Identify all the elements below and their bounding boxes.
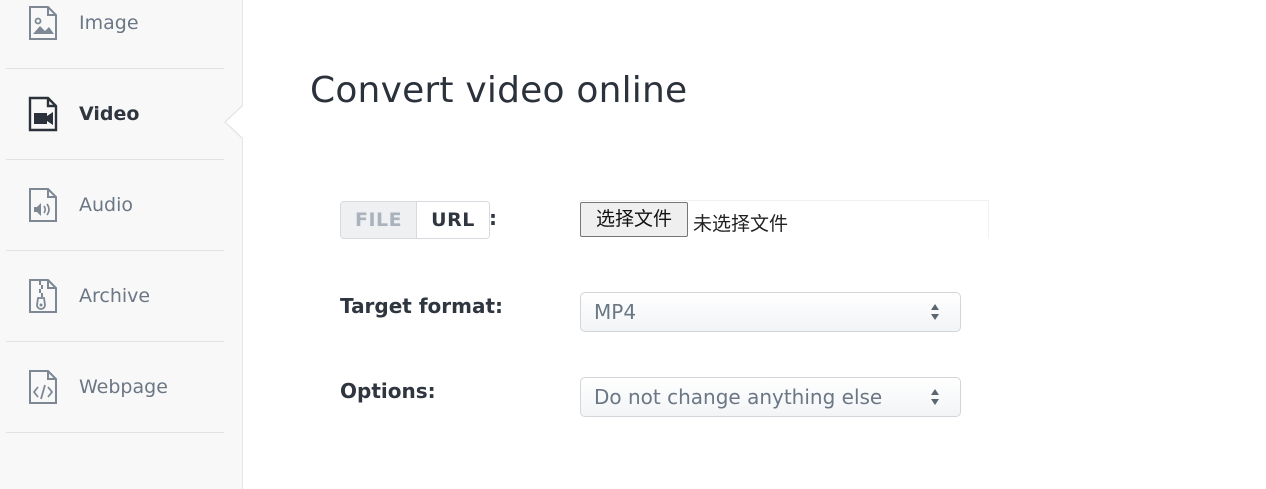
source-colon: : [489,206,497,230]
target-format-value: MP4 [594,300,637,324]
sidebar-item-label: Archive [79,285,151,307]
file-status-text: 未选择文件 [693,213,789,235]
choose-file-button[interactable]: 选择文件 [580,202,688,237]
active-item-pointer [226,106,243,138]
options-label: Options: [340,379,436,403]
sidebar-item-image[interactable]: Image [6,0,224,69]
options-value: Do not change anything else [594,385,883,409]
sidebar-item-audio[interactable]: Audio [6,160,224,251]
sidebar-item-video[interactable]: Video [6,69,224,160]
archive-file-icon [27,278,59,314]
sidebar-item-label: Image [79,12,139,34]
sidebar-item-label: Video [79,103,140,125]
sidebar-item-webpage[interactable]: Webpage [6,342,224,433]
url-source-tab[interactable]: URL [417,202,489,238]
target-format-select[interactable]: MP4 [580,292,961,332]
sidebar-item-label: Audio [79,194,134,216]
image-file-icon [27,5,59,41]
sidebar: Image Video Audio Archive Webpage [0,0,243,489]
code-file-icon [27,369,59,405]
file-source-tab[interactable]: FILE [341,202,418,238]
target-format-label: Target format: [340,294,504,318]
video-file-icon [27,96,59,132]
audio-file-icon [27,187,59,223]
source-toggle: FILE URL [340,201,490,239]
sidebar-item-archive[interactable]: Archive [6,251,224,342]
page-title: Convert video online [310,70,688,111]
select-arrows-icon [930,387,940,407]
file-input: 选择文件 未选择文件 [579,200,989,238]
sidebar-item-label: Webpage [79,376,168,398]
options-select[interactable]: Do not change anything else [580,377,961,417]
select-arrows-icon [930,302,940,322]
